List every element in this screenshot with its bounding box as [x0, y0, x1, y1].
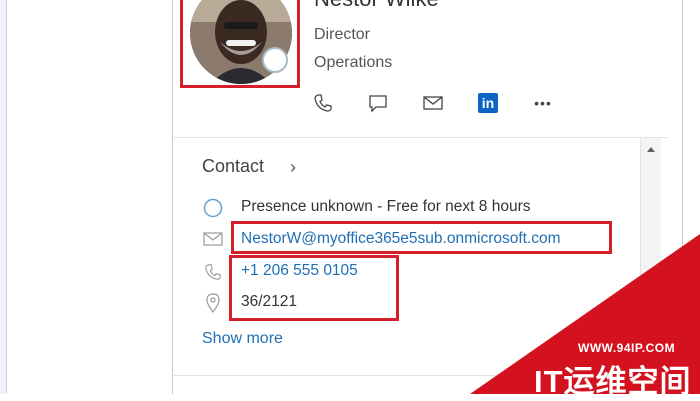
presence-circle-icon [202, 197, 224, 219]
watermark-url: WWW.94IP.COM [578, 341, 676, 355]
mail-icon[interactable] [421, 92, 445, 114]
scroll-up-arrow-icon[interactable] [641, 138, 661, 160]
show-more-link[interactable]: Show more [202, 330, 283, 348]
phone-icon [202, 261, 224, 283]
location-pin-icon [202, 292, 224, 314]
window-left-edge [0, 0, 7, 394]
contact-section-title[interactable]: Contact [202, 156, 264, 177]
highlight-box-avatar [180, 0, 300, 88]
header-divider [174, 137, 668, 138]
presence-status-text: Presence unknown - Free for next 8 hours [241, 198, 531, 215]
job-title: Director [314, 26, 371, 43]
highlight-box-phone-office [229, 255, 399, 321]
linkedin-label: in [478, 93, 498, 113]
watermark-brand: IT运维空间 [534, 364, 692, 399]
more-icon[interactable]: ••• [531, 92, 555, 114]
chevron-right-icon[interactable]: › [290, 157, 296, 178]
panel-border-left [172, 0, 173, 394]
chat-icon[interactable] [366, 92, 390, 114]
contact-name: Nestor Wilke [314, 0, 439, 12]
mail-icon [202, 228, 224, 250]
linkedin-icon[interactable]: in [476, 92, 500, 114]
phone-icon[interactable] [311, 92, 335, 114]
department: Operations [314, 54, 393, 71]
